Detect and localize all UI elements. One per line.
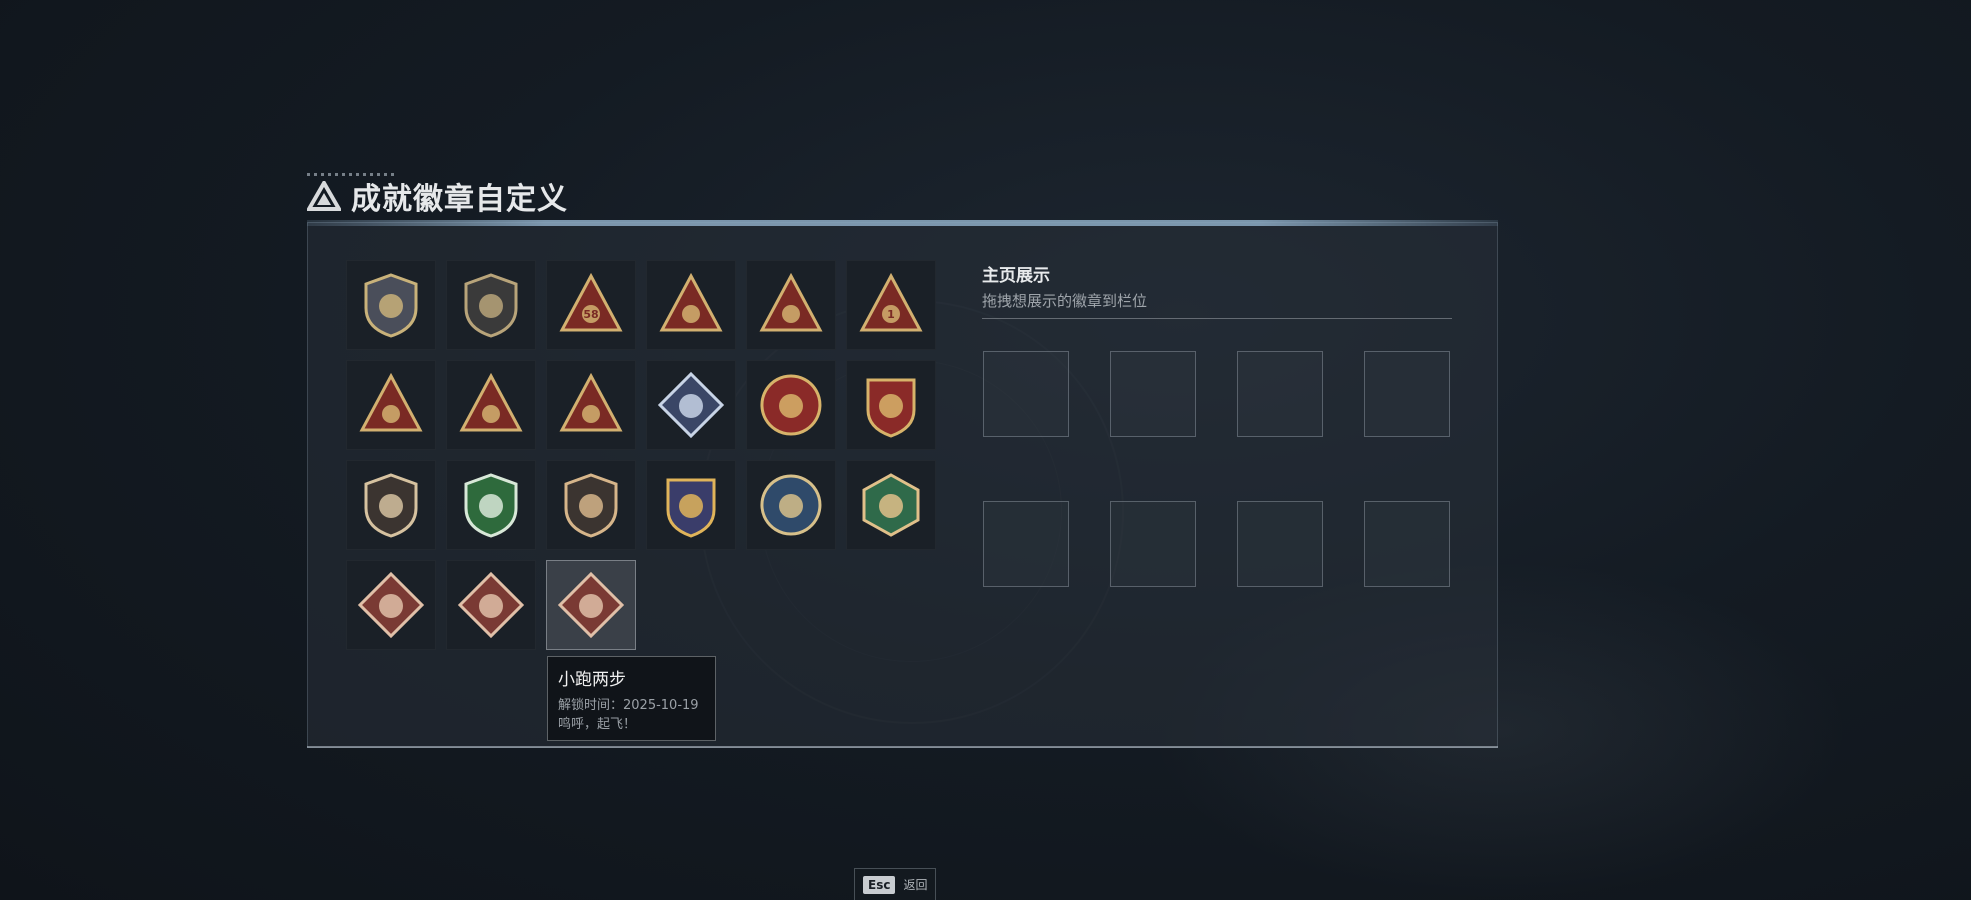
badge-7-icon [359, 372, 423, 432]
badge-slot[interactable] [646, 260, 736, 350]
badge-20-icon [457, 571, 525, 639]
badge-slot[interactable] [346, 460, 436, 550]
badge-slot[interactable] [346, 360, 436, 450]
badge-1-icon [364, 273, 418, 338]
delta-logo-icon [307, 181, 341, 211]
badge-slot[interactable] [446, 560, 536, 650]
badge-21-icon [557, 571, 625, 639]
badge-slot[interactable] [646, 460, 736, 550]
badge-slot[interactable] [846, 360, 936, 450]
badge-5-icon [759, 272, 823, 332]
badge-3-icon: 58 [559, 272, 623, 332]
badge-6-icon: 1 [859, 272, 923, 332]
tooltip-unlock-time: 解锁时间：2025-10-19 [558, 698, 699, 713]
showcase-slot[interactable] [1110, 351, 1196, 437]
badge-slot[interactable] [346, 260, 436, 350]
showcase-slot[interactable] [1364, 351, 1450, 437]
badge-glyph: 58 [583, 308, 598, 321]
badge-slot[interactable] [446, 260, 536, 350]
badge-slot[interactable]: 58 [546, 260, 636, 350]
badge-slot[interactable] [446, 360, 536, 450]
badge-slot[interactable] [346, 560, 436, 650]
badge-13-icon [364, 473, 418, 538]
showcase-slot[interactable] [1110, 501, 1196, 587]
badge-11-icon [760, 374, 822, 436]
badge-2-icon [464, 273, 518, 338]
badge-slot[interactable] [546, 460, 636, 550]
showcase-subtitle: 拖拽想展示的徽章到栏位 [982, 292, 1148, 310]
badge-18-icon [862, 473, 920, 537]
back-label: 返回 [903, 878, 928, 892]
badge-14-icon [464, 473, 518, 538]
badge-glyph: 1 [887, 308, 895, 321]
esc-key-icon: Esc [863, 875, 896, 894]
showcase-slot[interactable] [1364, 501, 1450, 587]
badge-17-icon [760, 474, 822, 536]
page-header: 成就徽章自定义 [307, 175, 568, 217]
badge-slot[interactable] [546, 560, 636, 650]
badge-slot[interactable] [746, 260, 836, 350]
badge-slot[interactable] [746, 460, 836, 550]
badge-slot[interactable] [846, 460, 936, 550]
badge-slot[interactable]: 1 [846, 260, 936, 350]
tooltip-description: 鸣呼，起飞！ [558, 717, 637, 732]
tooltip-title: 小跑两步 [558, 670, 626, 690]
badge-9-icon [559, 372, 623, 432]
page-title: 成就徽章自定义 [351, 182, 568, 217]
badge-slot[interactable] [446, 460, 536, 550]
badge-15-icon [564, 473, 618, 538]
badge-19-icon [357, 571, 425, 639]
back-button[interactable]: Esc 返回 [854, 868, 936, 900]
badge-grid: 58 1 [346, 260, 946, 660]
panel-top-bar [307, 220, 1498, 226]
badge-slot[interactable] [746, 360, 836, 450]
badge-4-icon [659, 272, 723, 332]
panel-bottom-bar [307, 746, 1498, 748]
badge-10-icon [657, 371, 725, 439]
showcase-slot[interactable] [983, 501, 1069, 587]
badge-12-icon [866, 378, 916, 438]
badge-tooltip: 小跑两步 解锁时间：2025-10-19 鸣呼，起飞！ [547, 656, 716, 741]
showcase-slot[interactable] [983, 351, 1069, 437]
badge-slot[interactable] [646, 360, 736, 450]
showcase-slot[interactable] [1237, 501, 1323, 587]
showcase-header: 主页展示 拖拽想展示的徽章到栏位 [982, 261, 1452, 311]
badge-slot[interactable] [546, 360, 636, 450]
showcase-title: 主页展示 [982, 266, 1050, 286]
showcase-divider [982, 318, 1452, 319]
badge-8-icon [459, 372, 523, 432]
showcase-slot[interactable] [1237, 351, 1323, 437]
badge-16-icon [666, 478, 716, 538]
